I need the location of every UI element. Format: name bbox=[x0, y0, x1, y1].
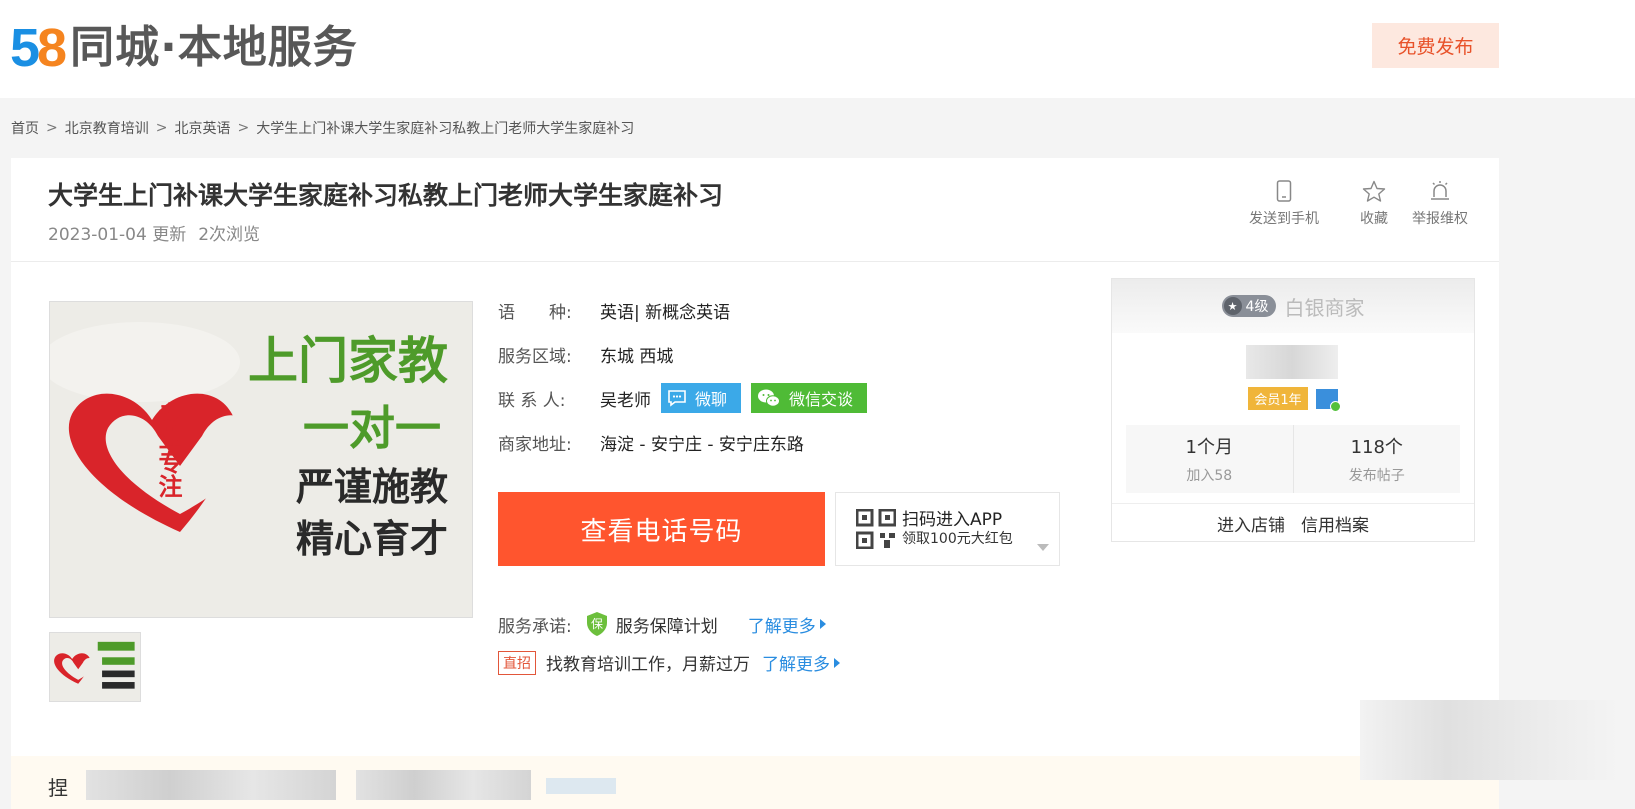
breadcrumb-home[interactable]: 首页 bbox=[11, 118, 39, 138]
post-detail-card: 大学生上门补课大学生家庭补习私教上门老师大学生家庭补习 2023-01-04 更… bbox=[11, 158, 1499, 809]
info-language: 语 种: 英语| 新概念英语 bbox=[498, 298, 730, 323]
member-badge: 会员1年 bbox=[1248, 387, 1308, 410]
address-label: 商家地址: bbox=[498, 435, 572, 455]
poster-line2: 精心育才 bbox=[296, 517, 448, 561]
stat-posts: 118个 发布帖子 bbox=[1292, 425, 1461, 493]
chat-button[interactable]: 微聊 bbox=[661, 383, 742, 413]
favorite-button[interactable]: 收藏 bbox=[1349, 180, 1399, 228]
breadcrumb-separator: > bbox=[155, 120, 168, 136]
phone-icon bbox=[1276, 180, 1292, 202]
job-promo: 直招 找教育培训工作，月薪过万 了解更多 bbox=[498, 650, 840, 675]
breadcrumb-separator: > bbox=[46, 120, 58, 136]
posts-label: 发布帖子 bbox=[1348, 468, 1405, 484]
promise-learn-more-link[interactable]: 了解更多 bbox=[748, 612, 826, 637]
breadcrumb-current[interactable]: 大学生上门补课大学生家庭补习私教上门老师大学生家庭补习 bbox=[256, 118, 634, 138]
contact-label: 联 系 人: bbox=[498, 390, 566, 411]
direct-hire-badge: 直招 bbox=[498, 650, 536, 675]
send-to-phone-label: 发送到手机 bbox=[1249, 211, 1319, 227]
language-label: 语 种: bbox=[498, 303, 572, 323]
app-promo-text: 扫码进入APP 领取100元大红包 bbox=[902, 510, 1013, 549]
post-meta: 2023-01-04 更新 2次浏览 bbox=[48, 220, 260, 245]
top-bar: 58 同城·本地服务 免费发布 bbox=[0, 0, 1635, 98]
thumbnail-photo[interactable] bbox=[49, 632, 141, 702]
address-value: 海淀 - 安宁庄 - 安宁庄东路 bbox=[600, 435, 804, 455]
credit-profile-link[interactable]: 信用档案 bbox=[1301, 511, 1369, 536]
blurred-text bbox=[86, 770, 336, 800]
updated-date: 2023-01-04 更新 bbox=[48, 225, 187, 245]
free-post-button[interactable]: 免费发布 bbox=[1372, 23, 1499, 68]
qr-code-icon bbox=[856, 509, 896, 549]
enter-shop-link[interactable]: 进入店铺 bbox=[1217, 511, 1285, 536]
level-name: 白银商家 bbox=[1284, 295, 1365, 320]
breadcrumb-education[interactable]: 北京教育培训 bbox=[65, 118, 149, 138]
contact-value: 吴老师 bbox=[600, 390, 651, 411]
level-star-icon: ★ bbox=[1223, 297, 1242, 315]
logo-58: 58 bbox=[10, 18, 67, 78]
info-area: 服务区域: 东城 西城 bbox=[498, 342, 673, 367]
joined-value: 1个月 bbox=[1185, 437, 1233, 458]
breadcrumb: 首页 > 北京教育培训 > 北京英语 > 大学生上门补课大学生家庭补习私教上门老… bbox=[11, 118, 634, 138]
star-icon bbox=[1362, 180, 1386, 202]
info-address: 商家地址: 海淀 - 安宁庄 - 安宁庄东路 bbox=[498, 430, 804, 455]
seller-badges: 会员1年 bbox=[1112, 387, 1474, 412]
language-value: 英语| 新概念英语 bbox=[600, 303, 731, 323]
alarm-icon bbox=[1431, 181, 1449, 200]
seller-name-blurred[interactable] bbox=[1246, 345, 1338, 379]
poster-one-to-one: 一对一 bbox=[303, 401, 441, 455]
svg-text:保: 保 bbox=[591, 617, 603, 631]
page-title: 大学生上门补课大学生家庭补习私教上门老师大学生家庭补习 bbox=[48, 181, 724, 210]
guarantee-shield-icon: 保 bbox=[586, 612, 607, 636]
header-divider bbox=[11, 261, 1499, 262]
send-to-phone-button[interactable]: 发送到手机 bbox=[1243, 180, 1325, 228]
joined-label: 加入58 bbox=[1186, 468, 1233, 484]
blurred-sidebar-widget bbox=[1360, 700, 1620, 780]
verified-user-icon bbox=[1315, 388, 1341, 412]
level-badge: ★ 4级 bbox=[1221, 295, 1277, 317]
seller-card: ★ 4级 白银商家 会员1年 1个月 加入58 118个 发布帖子 进入店铺 信用… bbox=[1111, 278, 1475, 542]
job-promo-text[interactable]: 找教育培训工作，月薪过万 bbox=[546, 650, 750, 675]
bottom-title-char: 捏 bbox=[48, 776, 68, 800]
chat-bubble-icon bbox=[668, 390, 686, 407]
blurred-text bbox=[356, 770, 531, 800]
service-promise: 服务承诺: 保 服务保障计划 了解更多 bbox=[498, 611, 826, 637]
poster-slogan: 上门家教 bbox=[248, 332, 448, 390]
posts-value: 118个 bbox=[1350, 437, 1403, 458]
stat-joined: 1个月 加入58 bbox=[1126, 425, 1293, 493]
promise-text: 服务保障计划 bbox=[615, 616, 718, 637]
area-value: 东城 西城 bbox=[600, 347, 674, 367]
info-contact: 联 系 人: 吴老师 微聊 微信交谈 bbox=[498, 383, 868, 413]
chevron-down-icon bbox=[1037, 544, 1049, 551]
tutoring-poster-image: 专业专注 上门家教 一对一 严谨施教 精心育才 bbox=[50, 302, 472, 617]
level-text: 4级 bbox=[1245, 299, 1269, 315]
main-photo[interactable]: 专业专注 上门家教 一对一 严谨施教 精心育才 bbox=[49, 301, 473, 618]
report-label: 举报维权 bbox=[1412, 211, 1468, 227]
thumbnail-image bbox=[50, 633, 140, 701]
app-promo-title: 扫码进入APP bbox=[902, 509, 1003, 530]
logo-text: 同城·本地服务 bbox=[70, 22, 358, 73]
poster-line1: 严谨施教 bbox=[296, 465, 448, 509]
bottom-promo-strip: 捏 bbox=[11, 756, 1499, 809]
seller-stats: 1个月 加入58 118个 发布帖子 bbox=[1126, 425, 1460, 493]
app-promo-subtitle: 领取100元大红包 bbox=[902, 530, 1013, 547]
heart-text: 专业专注 bbox=[154, 401, 182, 498]
blurred-link bbox=[546, 778, 616, 794]
view-count: 2次浏览 bbox=[198, 225, 261, 245]
breadcrumb-separator: > bbox=[237, 120, 250, 136]
scan-app-box[interactable]: 扫码进入APP 领取100元大红包 bbox=[835, 492, 1060, 566]
seller-links: 进入店铺 信用档案 bbox=[1112, 503, 1474, 543]
wechat-label: 微信交谈 bbox=[789, 390, 854, 409]
chat-label: 微聊 bbox=[695, 390, 728, 409]
seller-level-bar: ★ 4级 白银商家 bbox=[1112, 279, 1474, 333]
view-phone-number-button[interactable]: 查看电话号码 bbox=[498, 492, 825, 566]
area-label: 服务区域: bbox=[498, 347, 572, 367]
favorite-label: 收藏 bbox=[1360, 211, 1388, 227]
wechat-icon bbox=[758, 389, 781, 407]
report-button[interactable]: 举报维权 bbox=[1403, 180, 1477, 228]
breadcrumb-english[interactable]: 北京英语 bbox=[174, 118, 230, 138]
wechat-button[interactable]: 微信交谈 bbox=[751, 383, 868, 413]
promise-label: 服务承诺: bbox=[498, 616, 572, 637]
site-logo[interactable]: 58 同城·本地服务 bbox=[10, 20, 358, 76]
job-learn-more-link[interactable]: 了解更多 bbox=[762, 650, 840, 675]
